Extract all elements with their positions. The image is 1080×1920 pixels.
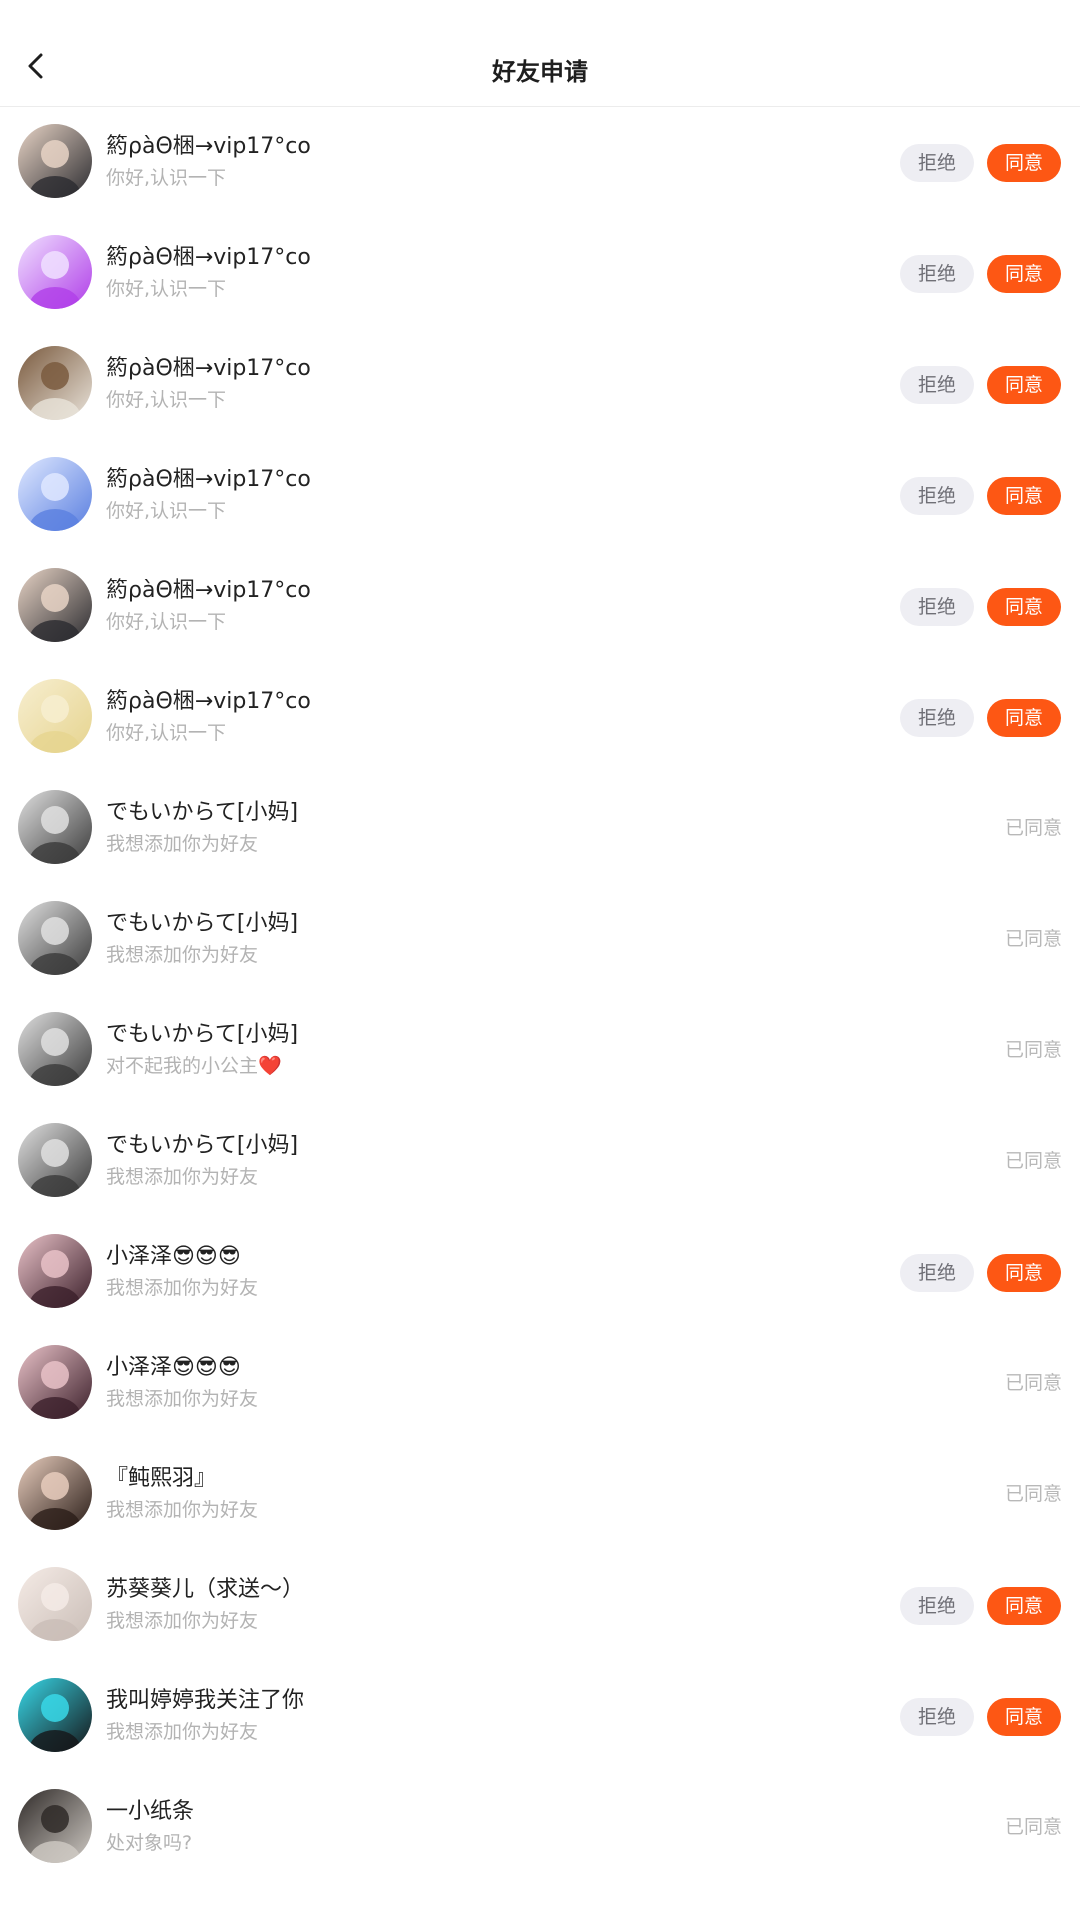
avatar[interactable] [18,346,92,420]
request-message: 我想添加你为好友 [106,1277,259,1299]
avatar[interactable] [18,790,92,864]
requester-name: 箹ρàΘ梱→vip17°co [106,134,311,159]
accepted-status: 已同意 [1004,1483,1062,1505]
requester-name: 一小纸条 [106,1799,195,1824]
request-message: 我想添加你为好友 [106,944,259,966]
request-message: 我想添加你为好友 [106,1388,259,1410]
friend-request-row[interactable]: でもいからて[小妈] 我想添加你为好友 已同意 [0,884,1080,995]
friend-request-row[interactable]: でもいからて[小妈] 我想添加你为好友 已同意 [0,773,1080,884]
friend-request-row[interactable]: 箹ρàΘ梱→vip17°co 你好,认识一下 拒绝 同意 [0,440,1080,551]
request-message: 对不起我的小公主❤️ [106,1055,282,1077]
friend-request-row[interactable]: 箹ρàΘ梱→vip17°co 你好,认识一下 拒绝 同意 [0,218,1080,329]
requester-name: 小泽泽😎😎😎 [106,1355,241,1380]
friend-request-row[interactable]: でもいからて[小妈] 我想添加你为好友 已同意 [0,1106,1080,1217]
request-message: 我想添加你为好友 [106,1166,259,1188]
reject-button[interactable]: 拒绝 [900,366,974,404]
avatar[interactable] [18,679,92,753]
accepted-status: 已同意 [1004,1372,1062,1394]
requester-name: 我叫婷婷我关注了你 [106,1688,305,1713]
avatar[interactable] [18,457,92,531]
avatar[interactable] [18,1234,92,1308]
requester-name: 箹ρàΘ梱→vip17°co [106,245,311,270]
reject-button[interactable]: 拒绝 [900,1698,974,1736]
avatar[interactable] [18,1456,92,1530]
accept-button[interactable]: 同意 [987,1587,1061,1625]
requester-name: でもいからて[小妈] [106,1133,299,1158]
friend-request-row[interactable]: 『鲀熙羽』我想添加你为好友 已同意 [0,1439,1080,1550]
accept-button[interactable]: 同意 [987,144,1061,182]
accept-button[interactable]: 同意 [987,588,1061,626]
accepted-status: 已同意 [1004,928,1062,950]
avatar[interactable] [18,568,92,642]
accepted-status: 已同意 [1004,1150,1062,1172]
reject-button[interactable]: 拒绝 [900,255,974,293]
avatar[interactable] [18,124,92,198]
request-message: 你好,认识一下 [106,278,227,300]
avatar[interactable] [18,901,92,975]
request-message: 你好,认识一下 [106,722,227,744]
requester-name: 『鲀熙羽』 [106,1466,217,1491]
request-message: 我想添加你为好友 [106,1610,259,1632]
accepted-status: 已同意 [1004,1039,1062,1061]
requester-name: 箹ρàΘ梱→vip17°co [106,578,311,603]
request-message: 我想添加你为好友 [106,833,259,855]
accept-button[interactable]: 同意 [987,366,1061,404]
requester-name: でもいからて[小妈] [106,911,299,936]
requester-name: 箹ρàΘ梱→vip17°co [106,689,311,714]
avatar[interactable] [18,1567,92,1641]
reject-button[interactable]: 拒绝 [900,144,974,182]
friend-request-row[interactable]: 箹ρàΘ梱→vip17°co 你好,认识一下 拒绝 同意 [0,662,1080,773]
reject-button[interactable]: 拒绝 [900,477,974,515]
friend-request-row[interactable]: 箹ρàΘ梱→vip17°co 你好,认识一下 拒绝 同意 [0,329,1080,440]
reject-button[interactable]: 拒绝 [900,1254,974,1292]
header-bar: 好友申请 [0,0,1080,107]
friend-request-row[interactable]: 小泽泽😎😎😎 我想添加你为好友 拒绝 同意 [0,1217,1080,1328]
request-message: 你好,认识一下 [106,167,227,189]
friend-request-row[interactable]: 箹ρàΘ梱→vip17°co 你好,认识一下 拒绝 同意 [0,107,1080,218]
friend-request-row[interactable]: 箹ρàΘ梱→vip17°co 你好,认识一下 拒绝 同意 [0,551,1080,662]
friend-request-row[interactable]: でもいからて[小妈] 对不起我的小公主❤️ 已同意 [0,995,1080,1106]
request-message: 你好,认识一下 [106,611,227,633]
requester-name: 小泽泽😎😎😎 [106,1244,241,1269]
requester-name: でもいからて[小妈] [106,1022,299,1047]
reject-button[interactable]: 拒绝 [900,588,974,626]
request-message: 我想添加你为好友 [106,1721,259,1743]
request-message: 你好,认识一下 [106,389,227,411]
friend-request-row[interactable]: 苏葵葵儿（求送～） 我想添加你为好友 拒绝 同意 [0,1550,1080,1661]
friend-request-row[interactable]: 我叫婷婷我关注了你 我想添加你为好友 拒绝 同意 [0,1661,1080,1772]
request-message: 处对象吗? [106,1832,193,1854]
friend-request-list: 箹ρàΘ梱→vip17°co 你好,认识一下 拒绝 同意 箹ρàΘ梱→vip17°co 你… [0,107,1080,1883]
avatar[interactable] [18,1789,92,1863]
avatar[interactable] [18,1123,92,1197]
avatar[interactable] [18,1345,92,1419]
accept-button[interactable]: 同意 [987,477,1061,515]
request-message: 我想添加你为好友 [106,1499,259,1521]
requester-name: 箹ρàΘ梱→vip17°co [106,356,311,381]
reject-button[interactable]: 拒绝 [900,699,974,737]
friend-request-row[interactable]: 小泽泽😎😎😎 我想添加你为好友 已同意 [0,1328,1080,1439]
requester-name: でもいからて[小妈] [106,800,299,825]
accepted-status: 已同意 [1004,1816,1062,1838]
reject-button[interactable]: 拒绝 [900,1587,974,1625]
avatar[interactable] [18,235,92,309]
accept-button[interactable]: 同意 [987,255,1061,293]
accepted-status: 已同意 [1004,817,1062,839]
avatar[interactable] [18,1012,92,1086]
requester-name: 箹ρàΘ梱→vip17°co [106,467,311,492]
page-title: 好友申请 [492,58,588,86]
requester-name: 苏葵葵儿（求送～） [106,1577,305,1602]
request-message: 你好,认识一下 [106,500,227,522]
accept-button[interactable]: 同意 [987,1698,1061,1736]
avatar[interactable] [18,1678,92,1752]
accept-button[interactable]: 同意 [987,699,1061,737]
accept-button[interactable]: 同意 [987,1254,1061,1292]
friend-request-row[interactable]: 一小纸条处对象吗? 已同意 [0,1772,1080,1883]
